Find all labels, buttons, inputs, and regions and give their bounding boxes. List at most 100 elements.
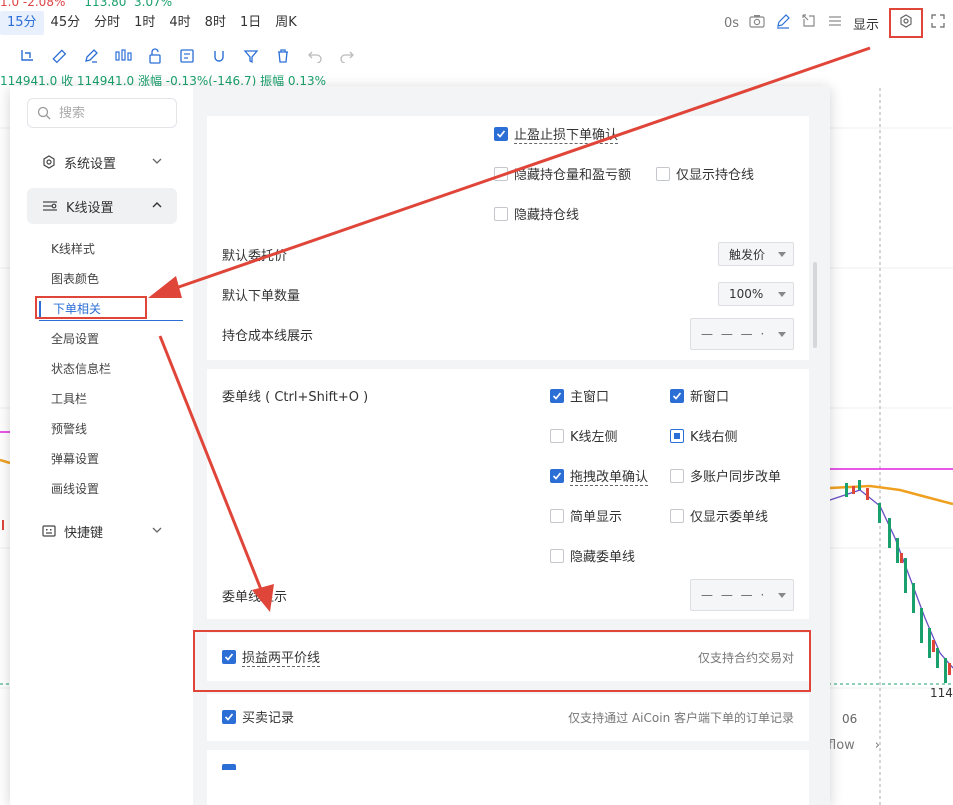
timeframe-4h[interactable]: 4时 xyxy=(162,11,197,35)
checkbox-unchecked xyxy=(670,468,684,483)
checkbox-unchecked xyxy=(670,508,684,523)
pen-icon[interactable] xyxy=(775,13,791,33)
sidebar-sub-chart-colors[interactable]: 图表颜色 xyxy=(51,270,99,288)
chart-settings-button[interactable] xyxy=(889,8,923,38)
chevron-right-icon[interactable]: › xyxy=(875,738,880,753)
timeframe-15m[interactable]: 15分 xyxy=(0,11,44,35)
kline-right-checkbox[interactable]: K线右侧 xyxy=(670,426,738,445)
drawing-toolbar xyxy=(0,42,953,70)
trade-records-hint: 仅支持通过 AiCoin 客户端下单的订单记录 xyxy=(568,711,794,725)
hide-position-pnl-checkbox[interactable]: 隐藏持仓量和盈亏额 xyxy=(494,164,631,183)
price-ticker-strip: 1.0 -2.08% 113.80 3.07% xyxy=(0,0,173,8)
timeframe-1h[interactable]: 1时 xyxy=(127,11,162,35)
drag-modify-confirm-checkbox[interactable]: 拖拽改单确认 xyxy=(550,466,649,486)
settings-search[interactable] xyxy=(27,98,177,128)
content-scrollbar[interactable] xyxy=(813,262,817,348)
order-line-display-label: 委单线显示 xyxy=(222,590,288,605)
list-icon[interactable] xyxy=(827,14,843,32)
timeframe-8h[interactable]: 8时 xyxy=(198,11,233,35)
checkbox-checked xyxy=(550,469,564,483)
default-order-qty-select[interactable]: 100% xyxy=(718,282,794,306)
hide-position-line-checkbox[interactable]: 隐藏持仓线 xyxy=(494,204,579,223)
default-order-price-select[interactable]: 触发价 xyxy=(718,242,794,266)
sidebar-sub-status-bar[interactable]: 状态信息栏 xyxy=(51,360,111,378)
sliders-icon xyxy=(43,201,57,211)
position-cost-line-label: 持仓成本线展示 xyxy=(222,329,314,344)
multi-account-sync-checkbox[interactable]: 多账户同步改单 xyxy=(670,466,781,485)
kline-left-checkbox[interactable]: K线左侧 xyxy=(550,426,618,445)
search-input[interactable] xyxy=(59,105,159,121)
select-value: — — — · xyxy=(701,327,767,341)
checkbox-label: 仅显示持仓线 xyxy=(676,168,755,183)
sidebar-item-kline-settings[interactable]: K线设置 xyxy=(27,188,177,224)
kline-settings-dialog: 系统设置 K线设置 K线样式 图表颜色 下单相关 全局设置 状态信息栏 工具栏 … xyxy=(10,86,830,805)
ruler-tool-icon[interactable] xyxy=(50,47,68,65)
fullscreen-icon[interactable] xyxy=(931,14,945,32)
settings-sidebar: 系统设置 K线设置 K线样式 图表颜色 下单相关 全局设置 状态信息栏 工具栏 … xyxy=(10,86,193,805)
new-window-checkbox[interactable]: 新窗口 xyxy=(670,386,729,405)
checkbox-unchecked xyxy=(494,166,508,181)
undo-icon[interactable] xyxy=(306,47,324,65)
sidebar-item-label: 系统设置 xyxy=(64,156,117,172)
next-setting-checkbox[interactable] xyxy=(222,764,236,770)
hexagon-gear-icon xyxy=(43,155,55,169)
sidebar-sub-danmaku[interactable]: 弹幕设置 xyxy=(51,450,99,468)
trade-records-checkbox[interactable]: 买卖记录 xyxy=(222,707,294,726)
price-axis-tag: 114 xyxy=(930,686,953,700)
checkbox-label: 简单显示 xyxy=(570,510,623,525)
template-tool-icon[interactable] xyxy=(178,47,196,65)
sidebar-sub-drawing[interactable]: 画线设置 xyxy=(51,480,99,498)
camera-icon[interactable] xyxy=(749,14,765,32)
timeframe-45m[interactable]: 45分 xyxy=(44,11,88,35)
timeframe-1d[interactable]: 1日 xyxy=(233,11,268,35)
timeframe-bar: 15分 45分 分时 1时 4时 8时 1日 周K 0s 显示 xyxy=(0,8,953,38)
hide-order-line-checkbox[interactable]: 隐藏委单线 xyxy=(550,546,635,565)
settings-content: 止盈止损下单确认 隐藏持仓量和盈亏额 仅显示持仓线 隐藏持仓线 默认委托价 触发… xyxy=(193,86,830,805)
checkbox-label: 买卖记录 xyxy=(242,711,295,726)
window-icon[interactable] xyxy=(801,13,817,33)
checkbox-unchecked xyxy=(550,548,564,563)
order-line-display-select[interactable]: — — — · xyxy=(690,579,794,611)
sidebar-sub-global-settings[interactable]: 全局设置 xyxy=(51,330,99,348)
flow-tab[interactable]: flow xyxy=(828,738,855,753)
display-toggle-label[interactable]: 显示 xyxy=(853,14,879,33)
order-line-label: 委单线 ( Ctrl+Shift+O ) xyxy=(222,390,369,405)
filter-tool-icon[interactable] xyxy=(242,47,260,65)
caret-down-icon xyxy=(778,593,786,598)
sidebar-sub-kline-style[interactable]: K线样式 xyxy=(51,240,95,258)
magnet-tool-icon[interactable] xyxy=(210,47,228,65)
brush-tool-icon[interactable] xyxy=(82,47,100,65)
sidebar-sub-toolbar[interactable]: 工具栏 xyxy=(51,390,87,408)
main-window-checkbox[interactable]: 主窗口 xyxy=(550,386,609,405)
checkbox-unchecked xyxy=(550,508,564,523)
select-value: — — — · xyxy=(701,588,767,602)
show-position-only-checkbox[interactable]: 仅显示持仓线 xyxy=(656,164,754,183)
trade-records-card: 买卖记录 仅支持通过 AiCoin 客户端下单的订单记录 xyxy=(207,694,809,741)
lock-tool-icon[interactable] xyxy=(146,47,164,65)
redo-icon[interactable] xyxy=(338,47,356,65)
annotation-highlight-box xyxy=(193,630,811,692)
candlestick-tool-icon[interactable] xyxy=(114,47,132,65)
crosshair-tool-icon[interactable] xyxy=(18,47,36,65)
checkbox-label: 多账户同步改单 xyxy=(690,470,782,485)
select-value: 触发价 xyxy=(729,247,766,262)
checkbox-label: 隐藏委单线 xyxy=(570,550,636,565)
caret-down-icon xyxy=(778,252,786,257)
checkbox-label: 隐藏持仓线 xyxy=(514,208,580,223)
sidebar-sub-alert-line[interactable]: 预警线 xyxy=(51,420,87,438)
checkbox-label: K线右侧 xyxy=(690,430,738,445)
sidebar-item-shortcuts[interactable]: 快捷键 xyxy=(27,513,177,549)
select-value: 100% xyxy=(729,287,764,301)
sidebar-item-label: 快捷键 xyxy=(64,525,104,541)
chevron-down-icon xyxy=(152,158,162,164)
trash-tool-icon[interactable] xyxy=(274,47,292,65)
timeframe-intraday[interactable]: 分时 xyxy=(87,11,127,35)
tp-sl-confirm-checkbox[interactable]: 止盈止损下单确认 xyxy=(494,124,619,144)
chart-top-right-tools: 0s 显示 xyxy=(724,8,945,38)
active-underline xyxy=(39,320,183,321)
timeframe-1w[interactable]: 周K xyxy=(268,11,304,35)
simple-display-checkbox[interactable]: 简单显示 xyxy=(550,506,622,525)
show-order-line-only-checkbox[interactable]: 仅显示委单线 xyxy=(670,506,768,525)
position-cost-line-select[interactable]: — — — · xyxy=(690,318,794,350)
sidebar-item-system-settings[interactable]: 系统设置 xyxy=(27,144,177,180)
